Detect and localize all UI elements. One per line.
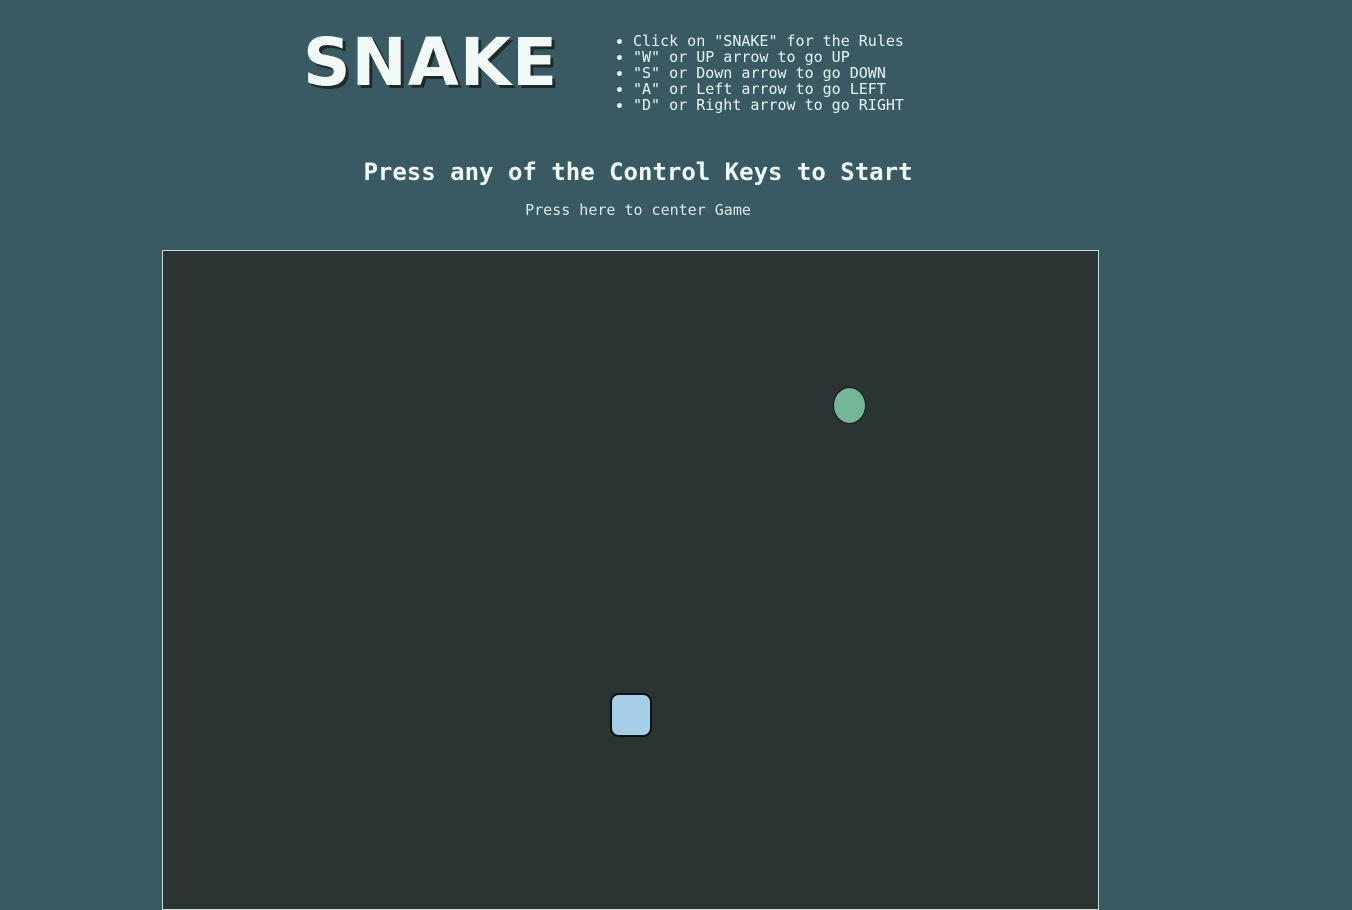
rule-item: "W" or UP arrow to go UP bbox=[633, 49, 904, 65]
rules-list: Click on "SNAKE" for the Rules "W" or UP… bbox=[615, 33, 904, 113]
rule-item: "D" or Right arrow to go RIGHT bbox=[633, 97, 904, 113]
rule-item: Click on "SNAKE" for the Rules bbox=[633, 33, 904, 49]
start-message: Press any of the Control Keys to Start bbox=[363, 158, 913, 186]
snake-head bbox=[610, 693, 652, 737]
rule-item: "A" or Left arrow to go LEFT bbox=[633, 81, 904, 97]
game-title[interactable]: SNAKE bbox=[303, 30, 558, 96]
game-board[interactable] bbox=[162, 250, 1099, 910]
center-game-link[interactable]: Press here to center Game bbox=[0, 201, 1276, 219]
rule-item: "S" or Down arrow to go DOWN bbox=[633, 65, 904, 81]
food-pellet bbox=[833, 387, 866, 424]
